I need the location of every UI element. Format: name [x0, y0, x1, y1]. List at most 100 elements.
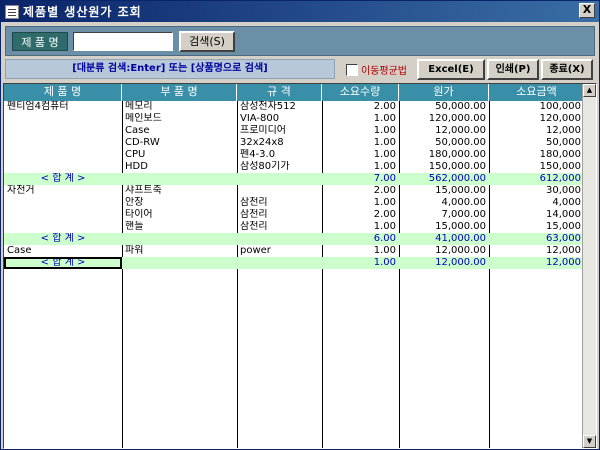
col-header-cost[interactable]: 원가: [399, 84, 489, 101]
cell-spec[interactable]: 삼천리: [237, 221, 322, 233]
cell-quantity[interactable]: 1.00: [322, 245, 399, 257]
cell-part[interactable]: CPU: [122, 149, 237, 161]
moving-average-checkbox[interactable]: [346, 63, 358, 76]
scroll-down-icon[interactable]: ▼: [583, 435, 596, 448]
cell-amount[interactable]: 12,000: [489, 125, 584, 137]
cell-spec[interactable]: VIA-800: [237, 113, 322, 125]
cell-cost[interactable]: 41,000.00: [399, 233, 489, 245]
subtotal-row[interactable]: < 합 계 > 1.00 12,000.00 12,000: [4, 257, 584, 269]
moving-average-toggle[interactable]: 이동평균법: [346, 62, 407, 77]
cell-product[interactable]: 자전거: [4, 185, 122, 197]
cell-quantity[interactable]: 7.00: [322, 173, 399, 185]
excel-button[interactable]: Excel(E): [417, 59, 485, 80]
cell-part[interactable]: [122, 173, 237, 185]
cell-cost[interactable]: 562,000.00: [399, 173, 489, 185]
cell-product[interactable]: [4, 149, 122, 161]
cell-amount[interactable]: 612,000: [489, 173, 584, 185]
title-bar[interactable]: 제품별 생산원가 조회 X: [1, 1, 599, 22]
cell-part[interactable]: 메인보드: [122, 113, 237, 125]
cell-quantity[interactable]: 1.00: [322, 161, 399, 173]
cell-cost[interactable]: 12,000.00: [399, 245, 489, 257]
cost-grid[interactable]: 제 품 명 부 품 명 규 격 소요수량 원가 소요금액 펜티엄4컴퓨터 메모리 삼…: [3, 83, 597, 449]
cell-spec[interactable]: 삼성80기가: [237, 161, 322, 173]
cell-amount[interactable]: 12,000: [489, 245, 584, 257]
col-header-quantity[interactable]: 소요수량: [322, 84, 399, 101]
cell-product[interactable]: [4, 197, 122, 209]
cell-quantity[interactable]: 1.00: [322, 125, 399, 137]
cell-amount[interactable]: 12,000: [489, 257, 584, 269]
table-row[interactable]: Case 프로미디어 1.00 12,000.00 12,000: [4, 125, 584, 137]
cell-cost[interactable]: 12,000.00: [399, 125, 489, 137]
cell-amount[interactable]: 100,000: [489, 101, 584, 113]
cell-spec[interactable]: 삼천리: [237, 209, 322, 221]
exit-button[interactable]: 종료(X): [541, 59, 593, 80]
cell-spec[interactable]: [237, 233, 322, 245]
subtotal-row[interactable]: < 합 계 > 6.00 41,000.00 63,000: [4, 233, 584, 245]
cell-product[interactable]: [4, 125, 122, 137]
col-header-product[interactable]: 제 품 명: [4, 84, 122, 101]
cell-cost[interactable]: 12,000.00: [399, 257, 489, 269]
cell-part[interactable]: [122, 257, 237, 269]
cell-quantity[interactable]: 1.00: [322, 197, 399, 209]
table-row[interactable]: 핸들 삼천리 1.00 15,000.00 15,000: [4, 221, 584, 233]
cell-product[interactable]: 펜티엄4컴퓨터: [4, 101, 122, 113]
cell-part[interactable]: CD-RW: [122, 137, 237, 149]
cell-amount[interactable]: 4,000: [489, 197, 584, 209]
table-row[interactable]: 타이어 삼천리 2.00 7,000.00 14,000: [4, 209, 584, 221]
cell-part[interactable]: HDD: [122, 161, 237, 173]
table-row[interactable]: HDD 삼성80기가 1.00 150,000.00 150,000: [4, 161, 584, 173]
vertical-scrollbar[interactable]: ▲ ▼: [582, 84, 596, 448]
cell-product[interactable]: [4, 161, 122, 173]
cell-spec[interactable]: power: [237, 245, 322, 257]
cell-cost[interactable]: 180,000.00: [399, 149, 489, 161]
search-button[interactable]: 검색(S): [179, 31, 235, 52]
cell-amount[interactable]: 50,000: [489, 137, 584, 149]
subtotal-row[interactable]: < 합 계 > 7.00 562,000.00 612,000: [4, 173, 584, 185]
cell-quantity[interactable]: 1.00: [322, 221, 399, 233]
cell-cost[interactable]: 50,000.00: [399, 137, 489, 149]
table-row[interactable]: 안장 삼천리 1.00 4,000.00 4,000: [4, 197, 584, 209]
cell-part[interactable]: Case: [122, 125, 237, 137]
cell-product[interactable]: [4, 137, 122, 149]
cell-amount[interactable]: 14,000: [489, 209, 584, 221]
close-button[interactable]: X: [579, 3, 595, 18]
cell-product[interactable]: [4, 113, 122, 125]
cell-amount[interactable]: 63,000: [489, 233, 584, 245]
cell-part[interactable]: 메모리: [122, 101, 237, 113]
cell-part[interactable]: [122, 233, 237, 245]
cell-amount[interactable]: 15,000: [489, 221, 584, 233]
cell-spec[interactable]: 펜4-3.0: [237, 149, 322, 161]
cell-quantity[interactable]: 1.00: [322, 149, 399, 161]
cell-amount[interactable]: 180,000: [489, 149, 584, 161]
cell-product[interactable]: < 합 계 >: [4, 233, 122, 245]
cell-product[interactable]: [4, 221, 122, 233]
cell-cost[interactable]: 4,000.00: [399, 197, 489, 209]
cell-product[interactable]: Case: [4, 245, 122, 257]
cell-cost[interactable]: 15,000.00: [399, 221, 489, 233]
table-row[interactable]: Case 파워 power 1.00 12,000.00 12,000: [4, 245, 584, 257]
cell-cost[interactable]: 150,000.00: [399, 161, 489, 173]
cell-part[interactable]: 안장: [122, 197, 237, 209]
cell-quantity[interactable]: 2.00: [322, 101, 399, 113]
table-row[interactable]: CPU 펜4-3.0 1.00 180,000.00 180,000: [4, 149, 584, 161]
cell-spec[interactable]: [237, 173, 322, 185]
table-row[interactable]: CD-RW 32x24x8 1.00 50,000.00 50,000: [4, 137, 584, 149]
cell-quantity[interactable]: 6.00: [322, 233, 399, 245]
cell-quantity[interactable]: 1.00: [322, 113, 399, 125]
cell-product[interactable]: [4, 209, 122, 221]
cell-spec[interactable]: [237, 185, 322, 197]
table-row[interactable]: 메인보드 VIA-800 1.00 120,000.00 120,000: [4, 113, 584, 125]
cell-amount[interactable]: 30,000: [489, 185, 584, 197]
cell-quantity[interactable]: 2.00: [322, 209, 399, 221]
table-row[interactable]: 펜티엄4컴퓨터 메모리 삼성전자512 2.00 50,000.00 100,000: [4, 101, 584, 113]
cell-cost[interactable]: 120,000.00: [399, 113, 489, 125]
cell-spec[interactable]: 프로미디어: [237, 125, 322, 137]
cell-part[interactable]: 샤프트축: [122, 185, 237, 197]
col-header-amount[interactable]: 소요금액: [489, 84, 584, 101]
table-row[interactable]: 자전거 샤프트축 2.00 15,000.00 30,000: [4, 185, 584, 197]
cell-spec[interactable]: [237, 257, 322, 269]
cell-cost[interactable]: 15,000.00: [399, 185, 489, 197]
cell-spec[interactable]: 삼천리: [237, 197, 322, 209]
cell-product[interactable]: < 합 계 >: [4, 257, 122, 269]
cell-quantity[interactable]: 2.00: [322, 185, 399, 197]
